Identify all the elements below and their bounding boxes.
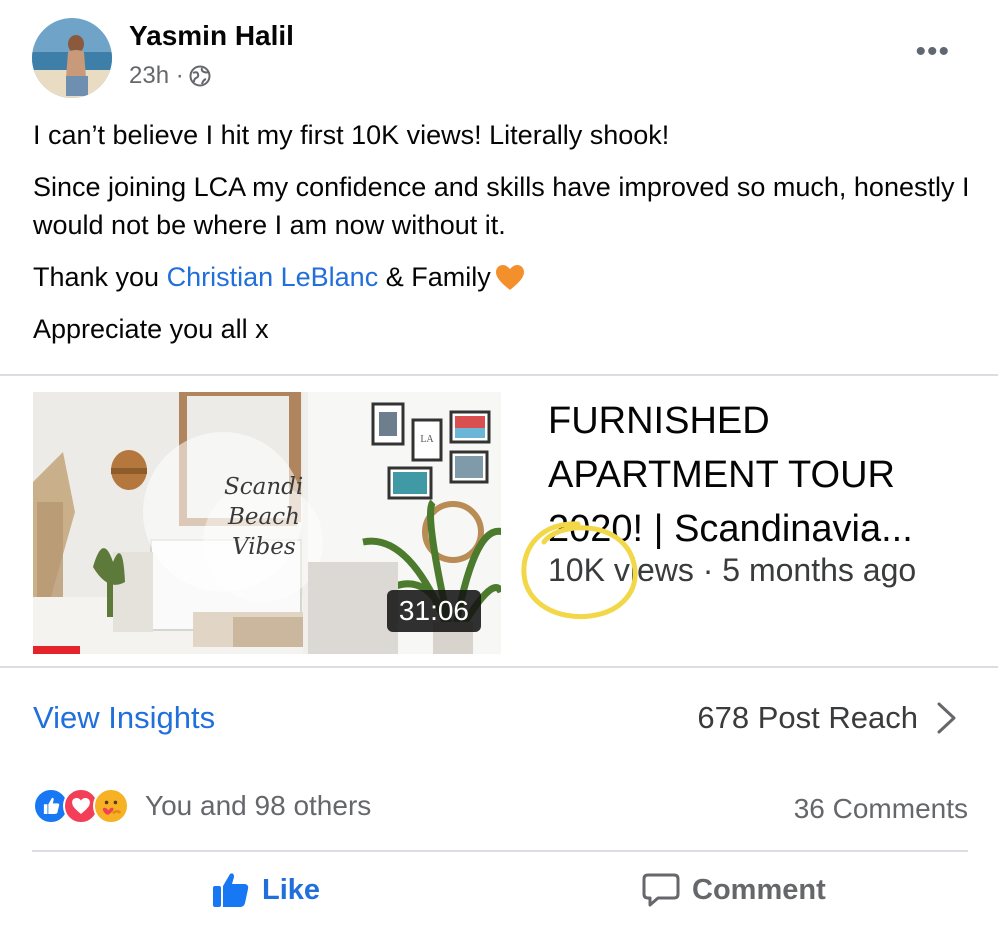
comment-label: Comment [692, 873, 826, 906]
video-views-and-age: 10K views · 5 months ago [548, 552, 917, 588]
video-thumbnail[interactable]: LA Scandi Beach Vibes 31:06 [33, 392, 501, 654]
globe-icon [189, 65, 211, 87]
thumbs-up-icon [213, 873, 249, 907]
more-options-button[interactable]: ••• [915, 37, 950, 67]
poster-text: LA [420, 434, 434, 445]
author-name[interactable]: Yasmin Halil [129, 20, 294, 52]
script-word: Vibes [232, 534, 296, 560]
post-body: I can’t believe I hit my first 10K views… [33, 116, 973, 362]
post-header: Yasmin Halil 23h · ••• [32, 18, 972, 100]
reactions-summary[interactable]: You and 98 others [33, 788, 371, 824]
like-button[interactable]: Like [212, 872, 320, 908]
thanks-prefix: Thank you [33, 262, 167, 292]
thumbnail-script-text: Scandi Beach Vibes [224, 474, 303, 560]
post-time[interactable]: 23h · [129, 62, 184, 90]
video-duration: 31:06 [386, 590, 481, 632]
watch-progress-bar [33, 646, 80, 654]
post-line: Thank you Christian LeBlanc & Family [33, 258, 973, 296]
orange-heart-icon [495, 265, 524, 290]
divider [0, 666, 998, 668]
care-icon [93, 788, 129, 824]
like-label: Like [262, 873, 321, 906]
video-link-card[interactable]: LA Scandi Beach Vibes 31:06 FURNISHED AP… [0, 376, 998, 666]
chevron-right-icon [937, 702, 956, 734]
script-word: Beach [227, 504, 300, 530]
thanks-suffix: & Family [378, 262, 491, 292]
divider [32, 850, 968, 852]
comments-count-link[interactable]: 36 Comments [794, 793, 968, 825]
post-meta: 23h · [129, 62, 212, 90]
reactions-text: You and 98 others [145, 790, 372, 821]
post-line: Appreciate you all x [33, 314, 269, 344]
post-reach-button[interactable]: 678 Post Reach [697, 700, 958, 736]
video-title[interactable]: FURNISHED APARTMENT TOUR 2020! | Scandin… [548, 394, 978, 556]
comment-button[interactable]: Comment [642, 872, 826, 908]
view-insights-link[interactable]: View Insights [33, 700, 215, 736]
post-line: I can’t believe I hit my first 10K views… [33, 120, 670, 150]
post-line: Since joining LCA my confidence and skil… [33, 172, 970, 240]
post-reach-label: 678 Post Reach [697, 700, 918, 735]
comment-bubble-icon [642, 873, 680, 907]
avatar[interactable] [32, 18, 112, 98]
mention-link[interactable]: Christian LeBlanc [167, 262, 379, 292]
script-word: Scandi [224, 474, 303, 500]
